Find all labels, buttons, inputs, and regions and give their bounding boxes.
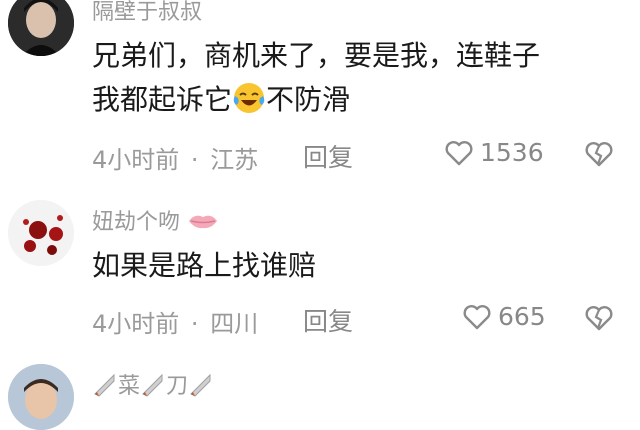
- reply-button[interactable]: 回复: [303, 138, 353, 174]
- reply-button[interactable]: 回复: [303, 302, 353, 338]
- avatar[interactable]: [8, 0, 74, 56]
- comment-item: 菜 刀: [0, 360, 640, 430]
- like-count: 665: [498, 302, 546, 331]
- comment-time: 4小时前: [92, 146, 180, 174]
- like-button[interactable]: 1536: [444, 138, 544, 167]
- meta-separator: ·: [190, 310, 199, 338]
- lips-emoji-icon: [189, 215, 218, 229]
- heart-icon: [445, 140, 473, 165]
- dislike-button[interactable]: [583, 304, 615, 336]
- comment-username[interactable]: 菜 刀: [92, 368, 214, 400]
- broken-heart-icon: [585, 142, 613, 167]
- avatar-photo-icon: [8, 0, 74, 56]
- comment-text-segment: 我都起诉它: [92, 83, 233, 116]
- knife-emoji-icon: [190, 373, 211, 397]
- comment-username-text: 菜: [118, 374, 141, 399]
- comment-username[interactable]: 妞劫个吻: [92, 204, 219, 236]
- crying-laughing-emoji-icon: [233, 83, 265, 113]
- comment-meta: 4小时前 · 江苏: [92, 140, 258, 175]
- comment-username-text: 妞劫个吻: [92, 210, 181, 235]
- avatar[interactable]: [8, 364, 74, 430]
- dislike-button[interactable]: [583, 140, 615, 172]
- comment-location: 四川: [210, 310, 259, 338]
- comment-username[interactable]: 隔壁于叔叔: [92, 0, 202, 26]
- comment-meta: 4小时前 · 四川: [92, 304, 258, 339]
- meta-separator: ·: [190, 146, 199, 174]
- avatar-photo-icon: [8, 364, 74, 430]
- like-count: 1536: [480, 138, 544, 167]
- comment-text-line: 兄弟们，商机来了，要是我，连鞋子: [92, 39, 541, 72]
- comment-location: 江苏: [210, 146, 259, 174]
- comment-text: 兄弟们，商机来了，要是我，连鞋子 我都起诉它 不防滑: [92, 34, 540, 122]
- knife-emoji-icon: [94, 373, 115, 397]
- comment-text-line: 我都起诉它 不防滑: [92, 78, 540, 122]
- comment-item: 隔壁于叔叔 兄弟们，商机来了，要是我，连鞋子 我都起诉它 不防滑 4小时前 · …: [0, 0, 640, 190]
- broken-heart-icon: [585, 306, 613, 331]
- avatar[interactable]: [8, 200, 74, 266]
- comment-username-text: 刀: [166, 374, 189, 399]
- avatar-photo-icon: [8, 200, 74, 266]
- heart-icon: [463, 304, 491, 329]
- comment-time: 4小时前: [92, 310, 180, 338]
- knife-emoji-icon: [142, 373, 163, 397]
- like-button[interactable]: 665: [462, 302, 546, 331]
- comment-text-segment: 不防滑: [266, 83, 351, 116]
- comment-item: 妞劫个吻 如果是路上找谁赔 4小时前 · 四川 回复 665: [0, 196, 640, 346]
- comment-text: 如果是路上找谁赔: [92, 249, 317, 282]
